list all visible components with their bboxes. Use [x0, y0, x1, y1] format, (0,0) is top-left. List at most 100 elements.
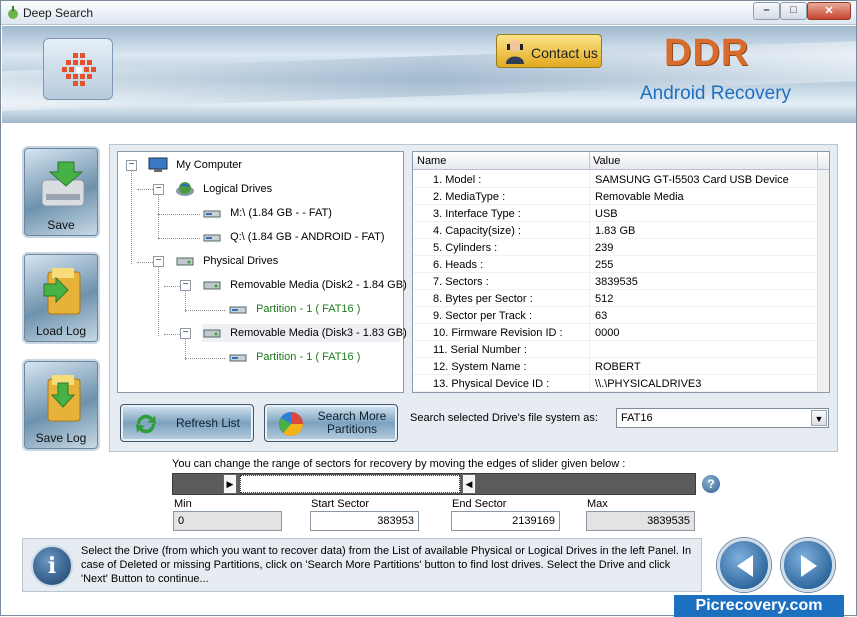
collapse-disk3[interactable]: −	[180, 328, 191, 339]
tree-label-drive-q: Q:\ (1.84 GB - ANDROID - FAT)	[230, 231, 385, 243]
property-value: Removable Media	[595, 191, 684, 203]
table-row[interactable]: 9. Sector per Track : 63	[413, 307, 817, 324]
grid-scrollbar[interactable]	[817, 170, 829, 392]
info-icon: i	[31, 545, 73, 587]
folder-load-icon	[43, 268, 81, 315]
user-support-icon	[506, 40, 524, 64]
slider-start-handle[interactable]: ▶	[223, 474, 237, 494]
property-value: SAMSUNG GT-I5503 Card USB Device	[595, 174, 789, 186]
minimize-icon: –	[763, 4, 770, 16]
slider-end-handle[interactable]: ◀	[462, 474, 476, 494]
back-button[interactable]	[717, 538, 771, 592]
collapse-my-computer[interactable]: −	[126, 160, 137, 171]
save-icon	[41, 161, 85, 207]
table-row[interactable]: 4. Capacity(size) : 1.83 GB	[413, 222, 817, 239]
table-row[interactable]: 2. MediaType : Removable Media	[413, 188, 817, 205]
property-value: 255	[595, 259, 614, 271]
chevron-down-icon[interactable]: ▼	[811, 410, 827, 426]
folder-save-icon	[47, 375, 81, 422]
save-log-label: Save Log	[35, 431, 87, 445]
website-banner: Picrecovery.com	[674, 595, 844, 617]
tree-item-logical-drives[interactable]: Logical Drives	[175, 180, 272, 198]
globe-drive-icon	[176, 182, 194, 197]
property-value: 63	[595, 310, 608, 322]
end-sector-field[interactable]: 2139169	[451, 511, 560, 531]
min-label: Min	[174, 498, 192, 510]
collapse-physical-drives[interactable]: −	[153, 256, 164, 267]
filesystem-selected-value: FAT16	[621, 412, 653, 424]
table-row[interactable]: 8. Bytes per Sector : 512	[413, 290, 817, 307]
column-header-value[interactable]: Value	[593, 155, 620, 167]
tree-item-drive-q[interactable]: Q:\ (1.84 GB - ANDROID - FAT)	[202, 228, 385, 246]
table-row[interactable]: 6. Heads : 255	[413, 256, 817, 273]
tree-item-drive-m[interactable]: M:\ (1.84 GB - - FAT)	[202, 204, 332, 222]
property-name: 12. System Name :	[433, 361, 527, 373]
table-row[interactable]: 13. Physical Device ID : \\.\PHYSICALDRIV…	[413, 375, 817, 392]
info-text: Select the Drive (from which you want to…	[81, 545, 692, 585]
property-name: 13. Physical Device ID :	[433, 378, 550, 390]
tree-label-logical-drives: Logical Drives	[203, 183, 273, 195]
collapse-disk2[interactable]: −	[180, 280, 191, 291]
drive-properties-grid[interactable]: Name Value 1. Model : SAMSUNG GT-I5503 Ca…	[412, 151, 830, 393]
table-row[interactable]: 11. Serial Number :	[413, 341, 817, 358]
maximize-button[interactable]: □	[780, 2, 807, 20]
app-logo	[43, 38, 113, 100]
table-row[interactable]: 12. System Name : ROBERT	[413, 358, 817, 375]
table-row[interactable]: 3. Interface Type : USB	[413, 205, 817, 222]
property-name: 5. Cylinders :	[433, 242, 498, 254]
drive-tree[interactable]: − My Computer − Logical Drives M:\ (1.84…	[117, 151, 407, 393]
selected-sector-range[interactable]	[240, 475, 460, 493]
tree-label-disk2-partition: Partition - 1 ( FAT16 )	[256, 303, 361, 315]
drive-icon	[203, 234, 221, 242]
table-row[interactable]: 7. Sectors : 3839535	[413, 273, 817, 290]
refresh-list-label: Refresh List	[175, 416, 241, 430]
refresh-icon	[136, 414, 156, 434]
property-value: ROBERT	[595, 361, 641, 373]
close-button[interactable]: ✕	[807, 2, 851, 20]
title-bar: Deep Search – □ ✕	[1, 1, 856, 25]
property-name: 6. Heads :	[433, 259, 484, 271]
start-sector-value: 383953	[377, 515, 414, 527]
start-sector-field[interactable]: 383953	[310, 511, 419, 531]
property-value: 0000	[595, 327, 620, 339]
property-name: 10. Firmware Revision ID :	[433, 327, 563, 339]
property-name: 1. Model :	[433, 174, 482, 186]
tree-label-disk2: Removable Media (Disk2 - 1.84 GB)	[230, 279, 407, 291]
end-sector-value: 2139169	[512, 515, 555, 527]
filesystem-select[interactable]: FAT16 ▼	[616, 408, 829, 428]
collapse-logical-drives[interactable]: −	[153, 184, 164, 195]
column-header-name[interactable]: Name	[417, 155, 446, 167]
table-row[interactable]: 5. Cylinders : 239	[413, 239, 817, 256]
property-name: 8. Bytes per Sector :	[433, 293, 533, 305]
app-icon	[8, 6, 18, 19]
save-button[interactable]: Save	[22, 146, 100, 238]
maximize-icon: □	[790, 4, 797, 16]
refresh-list-button[interactable]: Refresh List	[120, 404, 254, 442]
app-window: Deep Search – □ ✕ Contact us DDR Android…	[0, 0, 857, 617]
table-row[interactable]: 10. Firmware Revision ID : 0000	[413, 324, 817, 341]
tree-item-my-computer[interactable]: My Computer	[148, 156, 242, 174]
help-icon[interactable]: ?	[702, 475, 720, 493]
property-name: 2. MediaType :	[433, 191, 506, 203]
tree-item-disk2[interactable]: Removable Media (Disk2 - 1.84 GB)	[202, 276, 407, 294]
next-button[interactable]	[781, 538, 835, 592]
property-name: 9. Sector per Track :	[433, 310, 533, 322]
contact-us-button[interactable]: Contact us	[496, 34, 602, 68]
tree-item-disk3-partition[interactable]: Partition - 1 ( FAT16 )	[228, 348, 360, 366]
contact-us-label: Contact us	[531, 45, 598, 61]
partition-icon	[229, 354, 247, 362]
range-caption: You can change the range of sectors for …	[172, 458, 626, 470]
table-row[interactable]: 1. Model : SAMSUNG GT-I5503 Card USB Devi…	[413, 171, 817, 188]
tree-item-physical-drives[interactable]: Physical Drives	[175, 252, 278, 270]
save-log-button[interactable]: Save Log	[22, 359, 100, 451]
property-value: USB	[595, 208, 618, 220]
tree-label-my-computer: My Computer	[176, 159, 243, 171]
load-log-button[interactable]: Load Log	[22, 252, 100, 344]
search-more-partitions-button[interactable]: Search More Partitions	[264, 404, 398, 442]
property-name: 11. Serial Number :	[433, 344, 527, 356]
tree-item-disk3[interactable]: Removable Media (Disk3 - 1.83 GB)	[202, 324, 407, 342]
close-icon: ✕	[824, 5, 834, 17]
tree-item-disk2-partition[interactable]: Partition - 1 ( FAT16 )	[228, 300, 360, 318]
minimize-button[interactable]: –	[753, 2, 780, 20]
max-label: Max	[587, 498, 608, 510]
